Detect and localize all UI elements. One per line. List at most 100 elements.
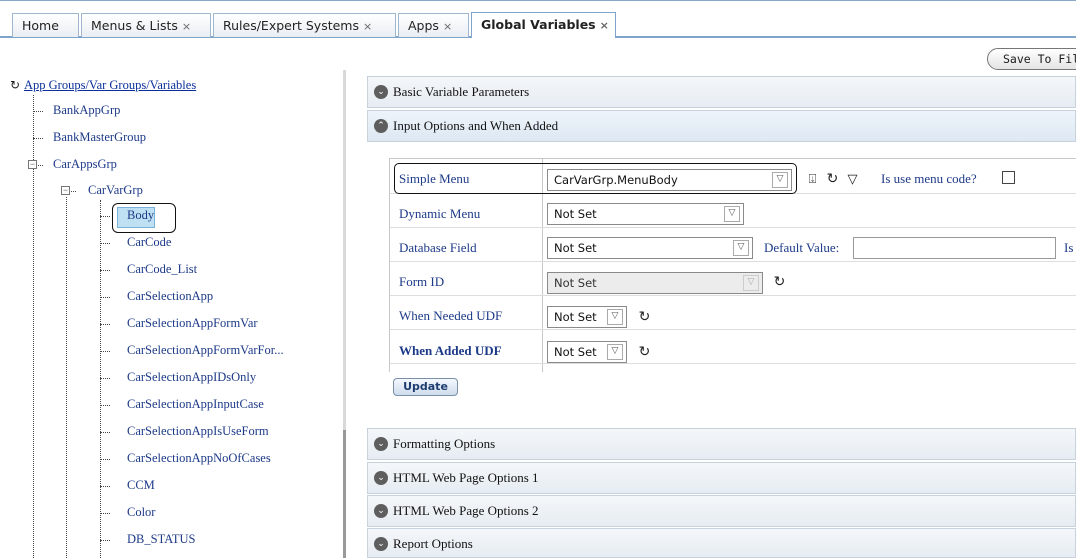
form-id-label: Form ID (399, 274, 445, 289)
tab-menus-lists[interactable]: Menus & Lists × (81, 13, 211, 37)
tree-line (33, 111, 43, 112)
tree-line (33, 138, 43, 139)
tree-variable[interactable]: Color (127, 505, 155, 520)
tree-scrollbar-thumb[interactable] (343, 430, 346, 558)
tree-subgroup-carvargrp[interactable]: CarVarGrp (88, 183, 143, 198)
chevron-down-circle-icon: ⌄ (374, 85, 388, 99)
section-html-web-page-options-2[interactable]: ⌄ HTML Web Page Options 2 (367, 495, 1076, 527)
section-html-web-page-options-1[interactable]: ⌄ HTML Web Page Options 1 (367, 462, 1076, 494)
dynamic-menu-select[interactable]: Not Set ▽ (547, 203, 744, 225)
database-field-label: Database Field (399, 240, 477, 255)
tab-home[interactable]: Home (12, 13, 79, 37)
default-value-input[interactable] (853, 237, 1056, 259)
refresh-icon[interactable]: ↻ (772, 275, 787, 290)
tree-line (100, 486, 110, 487)
tab-rules-label: Rules/Expert Systems (223, 18, 359, 33)
tree-line (100, 243, 110, 244)
tree-line (100, 405, 110, 406)
dynamic-menu-label: Dynamic Menu (399, 206, 481, 221)
chevron-up-circle-icon: ⌃ (374, 119, 388, 133)
tree-variable[interactable]: CarSelectionApp (127, 289, 213, 304)
section-report-options[interactable]: ⌄ Report Options (367, 528, 1076, 558)
default-value-label: Default Value: (764, 240, 840, 255)
tab-apps-label: Apps (408, 18, 439, 33)
tree-group-carappsgrp[interactable]: CarAppsGrp (53, 157, 117, 172)
when-needed-udf-select[interactable]: Not Set ▽ (547, 306, 627, 328)
tree-line (100, 200, 101, 558)
simple-menu-value: CarVarGrp.MenuBody (554, 173, 678, 187)
tab-apps[interactable]: Apps × (398, 13, 469, 37)
database-field-select[interactable]: Not Set ▽ (547, 237, 753, 259)
database-field-value: Not Set (554, 241, 597, 255)
when-needed-udf-label: When Needed UDF (399, 308, 503, 323)
collapse-toggle-icon[interactable]: − (61, 186, 70, 195)
tab-global-variables[interactable]: Global Variables × (471, 12, 616, 38)
use-menu-code-checkbox[interactable] (1002, 171, 1015, 184)
tree-variable[interactable]: CarSelectionAppIsUseForm (127, 424, 269, 439)
section-title: HTML Web Page Options 1 (393, 470, 539, 485)
tree-variable[interactable]: CarCode_List (127, 262, 197, 277)
tree-line (100, 351, 110, 352)
use-menu-code-label: Is use menu code? (881, 171, 977, 186)
close-icon[interactable]: × (363, 20, 372, 33)
tree-root[interactable]: App Groups/Var Groups/Variables (24, 78, 196, 93)
tab-rules-expert-systems[interactable]: Rules/Expert Systems × (213, 13, 396, 37)
dropdown-arrow-icon: ▽ (607, 309, 623, 325)
section-title: Formatting Options (393, 436, 496, 451)
tab-menus-lists-label: Menus & Lists (91, 18, 178, 33)
refresh-icon[interactable]: ↻ (637, 310, 652, 325)
close-icon[interactable]: × (600, 19, 609, 32)
import-icon[interactable]: ⍗ (805, 172, 820, 187)
tree-variable[interactable]: Body (127, 208, 154, 223)
tree-variable[interactable]: CarSelectionAppNoOfCases (127, 451, 271, 466)
tab-home-label: Home (22, 18, 59, 33)
tree-group-bankappgrp[interactable]: BankAppGrp (53, 103, 120, 118)
tree-variable[interactable]: DB_STATUS (127, 532, 195, 547)
tree-line (100, 378, 110, 379)
section-input-options[interactable]: ⌃ Input Options and When Added (367, 110, 1076, 142)
tree-line (100, 216, 110, 217)
collapse-toggle-icon[interactable]: − (28, 160, 37, 169)
close-icon[interactable]: × (443, 20, 452, 33)
simple-menu-label: Simple Menu (399, 171, 470, 186)
update-label: Update (403, 380, 448, 393)
refresh-icon[interactable]: ↻ (637, 345, 652, 360)
tree-group-bankmastergroup[interactable]: BankMasterGroup (53, 130, 146, 145)
section-basic-variable-parameters[interactable]: ⌄ Basic Variable Parameters (367, 76, 1076, 108)
tree-variable[interactable]: CarSelectionAppFormVar (127, 316, 258, 331)
filter-icon[interactable]: ▽ (845, 172, 860, 187)
tree-line (100, 270, 110, 271)
tree-variable[interactable]: CarSelectionAppFormVarFor... (127, 343, 284, 358)
refresh-icon[interactable]: ↻ (10, 78, 20, 92)
section-title: Report Options (393, 536, 473, 551)
variable-tree (0, 70, 346, 558)
tree-line (100, 297, 110, 298)
close-icon[interactable]: × (182, 20, 191, 33)
dropdown-arrow-icon: ▽ (607, 344, 623, 360)
form-id-value: Not Set (554, 276, 597, 290)
section-title: HTML Web Page Options 2 (393, 503, 539, 518)
tree-variable[interactable]: CCM (127, 478, 155, 493)
truncated-label: Is (1064, 240, 1074, 255)
update-button[interactable]: Update (393, 378, 458, 396)
tree-line (100, 459, 110, 460)
simple-menu-select[interactable]: CarVarGrp.MenuBody ▽ (547, 169, 792, 191)
tree-line (100, 432, 110, 433)
when-added-udf-label: When Added UDF (399, 343, 502, 358)
form-id-select: Not Set ▽ (547, 272, 763, 294)
tab-global-variables-label: Global Variables (481, 17, 596, 32)
when-added-udf-select[interactable]: Not Set ▽ (547, 341, 627, 363)
section-title: Input Options and When Added (393, 118, 559, 133)
dropdown-arrow-icon: ▽ (724, 206, 740, 222)
dynamic-menu-value: Not Set (554, 207, 597, 221)
tree-variable[interactable]: CarSelectionAppIDsOnly (127, 370, 256, 385)
section-formatting-options[interactable]: ⌄ Formatting Options (367, 428, 1076, 460)
chevron-down-circle-icon: ⌄ (374, 437, 388, 451)
save-to-file-label: Save To File (1003, 52, 1076, 66)
tree-variable[interactable]: CarCode (127, 235, 171, 250)
save-to-file-button[interactable]: Save To File (987, 48, 1076, 70)
dropdown-arrow-icon: ▽ (743, 275, 759, 291)
tree-line (66, 197, 67, 558)
tree-variable[interactable]: CarSelectionAppInputCase (127, 397, 264, 412)
refresh-icon[interactable]: ↻ (825, 172, 840, 187)
